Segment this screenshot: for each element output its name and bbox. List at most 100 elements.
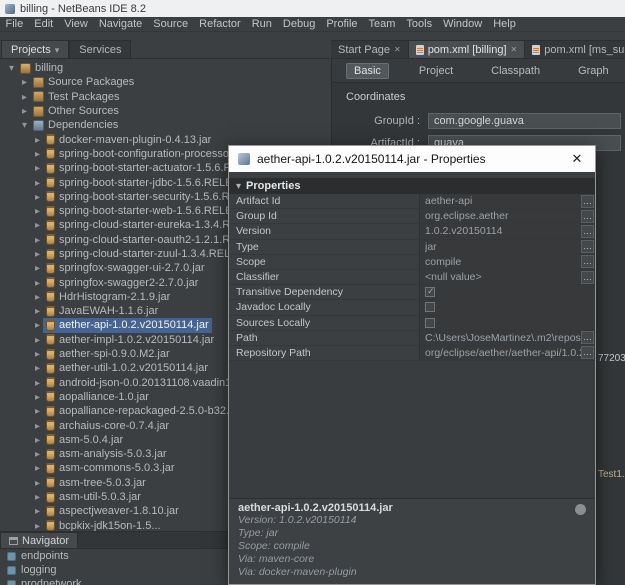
expand-chevron-icon[interactable] — [32, 520, 43, 532]
expand-chevron-icon[interactable] — [32, 391, 43, 403]
menu-item[interactable]: Debug — [277, 18, 320, 30]
property-value-cell[interactable]: compile — [419, 254, 595, 269]
tab-close-icon[interactable] — [394, 45, 401, 54]
expand-chevron-icon[interactable] — [19, 105, 30, 117]
tab-services[interactable]: Services — [69, 40, 132, 58]
tree-node-content[interactable]: docker-maven-plugin-0.4.13.jar — [43, 132, 214, 146]
property-value-cell[interactable]: org/eclipse/aether/aether-api/1.0.2.v... — [419, 345, 595, 361]
menu-item[interactable]: File — [0, 18, 29, 30]
expand-chevron-icon[interactable] — [32, 134, 43, 146]
expand-chevron-icon[interactable] — [32, 462, 43, 474]
checkbox[interactable] — [425, 302, 435, 313]
property-value-cell[interactable]: C:\Users\JoseMartinez\.m2\repositor... — [419, 330, 595, 345]
tree-node[interactable]: billing — [0, 61, 330, 75]
tree-node-content[interactable]: aether-util-1.0.2.v20150114.jar — [43, 361, 211, 375]
tree-node-content[interactable]: aether-api-1.0.2.v20150114.jar — [43, 318, 212, 333]
window-titlebar[interactable]: billing - NetBeans IDE 8.2 — [0, 0, 625, 17]
pom-view-button[interactable]: Graph — [570, 63, 617, 79]
dialog-close-icon[interactable] — [568, 151, 586, 167]
property-value-cell[interactable]: jar — [419, 239, 595, 254]
tree-node-content[interactable]: android-json-0.0.20131108.vaadin1.jar — [43, 376, 250, 390]
property-value-cell[interactable]: 1.0.2.v20150114 — [419, 224, 595, 239]
properties-section-header[interactable]: Properties — [229, 178, 595, 194]
pom-view-button[interactable]: Project — [411, 63, 461, 79]
pom-view-button[interactable]: Classpath — [483, 63, 548, 79]
tree-node-content[interactable]: springfox-swagger2-2.7.0.jar — [43, 275, 201, 289]
expand-chevron-icon[interactable] — [32, 491, 43, 503]
expand-chevron-icon[interactable] — [32, 377, 43, 389]
ellipsis-button[interactable] — [581, 224, 594, 238]
expand-chevron-icon[interactable] — [32, 434, 43, 446]
expand-chevron-icon[interactable] — [32, 420, 43, 432]
expand-chevron-icon[interactable] — [32, 305, 43, 317]
menu-item[interactable]: Tools — [401, 18, 438, 30]
expand-chevron-icon[interactable] — [32, 477, 43, 489]
ellipsis-button[interactable] — [581, 209, 594, 223]
tree-node-content[interactable]: HdrHistogram-2.1.9.jar — [43, 290, 173, 304]
menu-item[interactable]: View — [59, 18, 94, 30]
menu-item[interactable]: Team — [363, 18, 401, 30]
tree-node-content[interactable]: asm-analysis-5.0.3.jar — [43, 447, 170, 461]
checkbox[interactable] — [425, 317, 435, 328]
expand-chevron-icon[interactable] — [32, 162, 43, 174]
expand-chevron-icon[interactable] — [32, 248, 43, 260]
editor-tab[interactable]: Start Page — [331, 40, 409, 58]
tree-node-content[interactable]: aether-spi-0.9.0.M2.jar — [43, 347, 173, 361]
tree-node-content[interactable]: aopalliance-repackaged-2.5.0-b32.jar — [43, 404, 244, 418]
expand-chevron-icon[interactable] — [32, 148, 43, 160]
menu-item[interactable]: Window — [438, 18, 488, 30]
tree-node-content[interactable]: asm-util-5.0.3.jar — [43, 490, 144, 504]
expand-chevron-icon[interactable] — [32, 362, 43, 374]
ellipsis-button[interactable] — [581, 255, 594, 269]
tree-node-content[interactable]: Dependencies — [30, 118, 121, 132]
expand-chevron-icon[interactable] — [19, 91, 30, 103]
tab-close-icon[interactable] — [511, 45, 518, 54]
expand-chevron-icon[interactable] — [32, 205, 43, 217]
checkbox[interactable] — [425, 286, 435, 298]
menu-item[interactable]: Help — [488, 18, 522, 30]
tree-node-content[interactable]: asm-tree-5.0.3.jar — [43, 476, 149, 490]
tree-node-content[interactable]: Source Packages — [30, 75, 137, 89]
editor-tab[interactable]: pom.xml [billing] — [408, 40, 526, 58]
tree-node-content[interactable]: asm-commons-5.0.3.jar — [43, 461, 178, 475]
tree-node-content[interactable]: aopalliance-1.0.jar — [43, 390, 152, 404]
tree-node[interactable]: Other Sources — [0, 104, 330, 118]
ellipsis-button[interactable] — [581, 194, 594, 208]
text-field[interactable]: com.google.guava — [428, 113, 621, 129]
ellipsis-button[interactable] — [581, 270, 594, 284]
property-value-cell[interactable]: <null value> — [419, 269, 595, 285]
tree-node-content[interactable]: bcpkix-jdk15on-1.5... — [43, 519, 164, 533]
menu-item[interactable]: Navigate — [93, 18, 147, 30]
expand-chevron-icon[interactable] — [32, 334, 43, 346]
tab-projects[interactable]: Projects — [1, 40, 70, 58]
property-value-cell[interactable] — [419, 315, 595, 330]
property-value-cell[interactable] — [419, 285, 595, 300]
expand-chevron-icon[interactable] — [32, 348, 43, 360]
tree-node[interactable]: Source Packages — [0, 75, 330, 89]
expand-chevron-icon[interactable] — [32, 291, 43, 303]
tree-node-content[interactable]: aether-impl-1.0.2.v20150114.jar — [43, 333, 217, 347]
expand-chevron-icon[interactable] — [6, 62, 17, 74]
property-value-cell[interactable]: aether-api — [419, 194, 595, 209]
expand-chevron-icon[interactable] — [32, 177, 43, 189]
chevron-down-icon[interactable] — [55, 44, 60, 56]
tree-node-content[interactable]: aspectjweaver-1.8.10.jar — [43, 504, 182, 518]
tree-node-content[interactable]: JavaEWAH-1.1.6.jar — [43, 304, 161, 318]
expand-chevron-icon[interactable] — [32, 234, 43, 246]
menu-item[interactable]: Run — [246, 18, 277, 30]
editor-tab[interactable]: pom.xml [ms_super_po — [525, 40, 625, 58]
tree-node-content[interactable]: Test Packages — [30, 90, 123, 104]
tab-navigator[interactable]: Navigator — [0, 532, 79, 548]
expand-chevron-icon[interactable] — [32, 319, 43, 331]
expand-chevron-icon[interactable] — [19, 76, 30, 88]
expand-chevron-icon[interactable] — [19, 119, 30, 131]
pom-view-button[interactable]: Basic — [346, 62, 389, 79]
dialog-titlebar[interactable]: aether-api-1.0.2.v20150114.jar - Propert… — [229, 146, 595, 172]
tree-node-content[interactable]: springfox-swagger-ui-2.7.0.jar — [43, 261, 208, 275]
tree-node[interactable]: Test Packages — [0, 90, 330, 104]
expand-chevron-icon[interactable] — [32, 219, 43, 231]
expand-chevron-icon[interactable] — [32, 262, 43, 274]
menu-item[interactable]: Profile — [321, 18, 363, 30]
tree-node-content[interactable]: Other Sources — [30, 104, 122, 118]
expand-chevron-icon[interactable] — [32, 448, 43, 460]
